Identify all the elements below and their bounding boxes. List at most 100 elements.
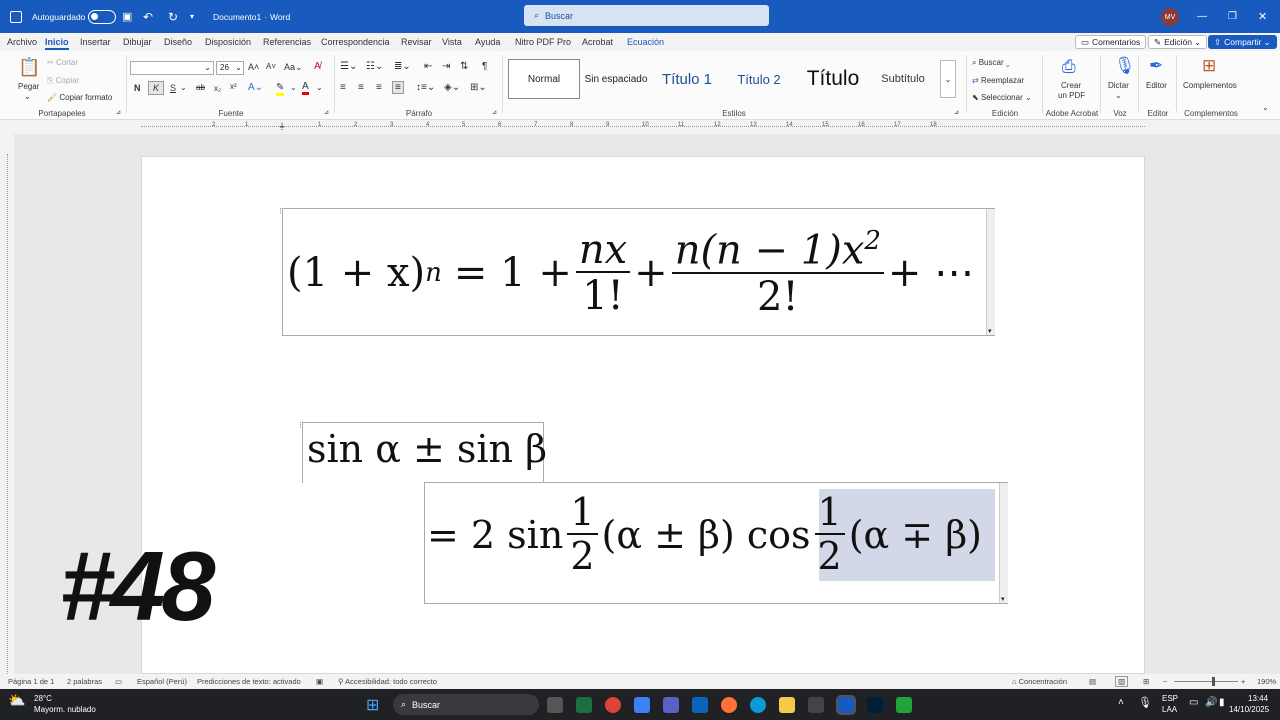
create-pdf-label-2[interactable]: un PDF	[1058, 91, 1085, 100]
start-icon[interactable]: ⊞	[366, 695, 379, 715]
style-subtitle[interactable]: Subtítulo	[870, 59, 936, 99]
style-heading-2[interactable]: Título 2	[726, 59, 792, 99]
avatar[interactable]: MV	[1161, 8, 1179, 26]
style-no-spacing[interactable]: Sin espaciado	[582, 59, 650, 99]
zoom-in-icon[interactable]: +	[1241, 677, 1245, 686]
dialog-launcher-icon[interactable]: ⊿	[492, 109, 497, 116]
editor-pen-icon[interactable]: ✒	[1149, 56, 1163, 76]
edge-icon[interactable]	[750, 697, 766, 713]
shrink-font-icon[interactable]: A˅	[266, 62, 276, 71]
numbering-icon[interactable]: ☷⌄	[366, 61, 383, 72]
align-center-icon[interactable]: ≡	[358, 82, 364, 93]
tab-referencias[interactable]: Referencias	[263, 37, 311, 47]
close-icon[interactable]: ✕	[1258, 0, 1267, 33]
font-color-dropdown-icon[interactable]: ⌄	[316, 83, 323, 92]
zoom-slider-thumb[interactable]	[1212, 677, 1215, 686]
equation-handle-icon[interactable]: ⋮	[277, 207, 284, 215]
equation-handle-icon[interactable]: ⋮	[297, 421, 304, 429]
file-explorer-icon[interactable]	[779, 697, 795, 713]
zoom-level[interactable]: 190%	[1257, 677, 1276, 686]
temperature[interactable]: 28°C	[34, 694, 52, 703]
equation-sum-to-product-line2[interactable]: ▾ = 2 sin 12 (α ± β) cos 12 (α ∓ β)	[424, 482, 1008, 604]
tab-nitro[interactable]: Nitro PDF Pro	[515, 37, 571, 47]
line-spacing-icon[interactable]: ↕≡⌄	[416, 82, 435, 93]
paste-icon[interactable]: 📋	[18, 57, 40, 78]
dictate-button[interactable]: Dictar	[1108, 81, 1129, 90]
zoom-slider[interactable]	[1174, 681, 1238, 682]
increase-indent-icon[interactable]: ⇥	[442, 61, 450, 72]
focus-mode[interactable]: ⌂ Concentración	[1012, 677, 1067, 686]
superscript-icon[interactable]: x²	[230, 82, 237, 91]
print-layout-icon[interactable]: ▥	[1115, 676, 1129, 687]
borders-icon[interactable]: ⊞⌄	[470, 82, 487, 93]
network-icon[interactable]: ▭	[1189, 697, 1198, 708]
shading-icon[interactable]: ◈⌄	[444, 82, 460, 93]
italic-button[interactable]: K	[148, 81, 165, 95]
vertical-ruler[interactable]	[0, 134, 14, 674]
create-pdf-icon[interactable]: ⎙	[1062, 57, 1076, 77]
undo-icon[interactable]: ↶	[143, 0, 153, 33]
grow-font-icon[interactable]: A˄	[248, 62, 259, 72]
tab-ecuacion[interactable]: Ecuación	[627, 37, 664, 47]
style-normal[interactable]: Normal	[508, 59, 580, 99]
tab-inicio[interactable]: Inicio	[45, 37, 69, 50]
document-page[interactable]: ⋮ ▾ (1 + x) n = 1 + nx 1! + n(n − 1)x2 2! +…	[141, 156, 1145, 674]
text-predictions[interactable]: Predicciones de texto: activado	[197, 677, 301, 686]
store-icon[interactable]	[808, 697, 824, 713]
accessibility-status[interactable]: ⚲ Accesibilidad: todo correcto	[338, 677, 437, 686]
outlook-icon[interactable]	[692, 697, 708, 713]
chevron-up-icon[interactable]: ˄	[1118, 697, 1124, 708]
justify-icon[interactable]: ≡	[392, 81, 404, 94]
proofing-icon[interactable]: ▭	[115, 677, 122, 686]
text-effects-icon[interactable]: A⌄	[248, 82, 263, 93]
customize-toolbar-icon[interactable]: ▾	[190, 0, 194, 33]
highlight-dropdown-icon[interactable]: ⌄	[290, 83, 297, 92]
dialog-launcher-icon[interactable]: ⊿	[324, 109, 329, 116]
dialog-launcher-icon[interactable]: ⊿	[954, 109, 959, 116]
equation-options[interactable]: ▾	[986, 209, 995, 335]
taskbar-search[interactable]: ⌕ Buscar	[393, 694, 539, 715]
tab-archivo[interactable]: Archivo	[7, 37, 37, 47]
save-icon[interactable]: ▣	[122, 0, 132, 33]
teams-icon[interactable]	[663, 697, 679, 713]
editing-mode-button[interactable]: ✎ Edición ⌄	[1148, 35, 1208, 49]
firefox-icon[interactable]	[721, 697, 737, 713]
format-painter-button[interactable]: 🖌 Copiar formato	[47, 93, 112, 102]
web-layout-icon[interactable]: ⊞	[1143, 677, 1149, 686]
align-left-icon[interactable]: ≡	[340, 82, 346, 93]
equation-binomial[interactable]: ⋮ ▾ (1 + x) n = 1 + nx 1! + n(n − 1)x2 2! +…	[277, 208, 995, 336]
restore-icon[interactable]: ❐	[1228, 0, 1237, 33]
create-pdf-label-1[interactable]: Crear	[1061, 81, 1081, 90]
font-size-select[interactable]: 26 ⌄	[216, 61, 244, 75]
change-case-icon[interactable]: Aa⌄	[284, 62, 303, 73]
share-button[interactable]: ⇪ Compartir ⌄	[1208, 35, 1277, 49]
weather-icon[interactable]: ⛅	[8, 692, 25, 709]
style-heading-1[interactable]: Título 1	[654, 59, 720, 99]
highlight-icon[interactable]: ✎	[276, 82, 285, 96]
decrease-indent-icon[interactable]: ⇤	[424, 61, 432, 72]
underline-dropdown-icon[interactable]: ⌄	[180, 83, 187, 92]
word-icon[interactable]	[836, 695, 856, 715]
paste-button[interactable]: Pegar	[18, 82, 39, 91]
volume-icon[interactable]: 🔊	[1205, 697, 1217, 708]
bold-button[interactable]: N	[134, 83, 141, 93]
equation-sum-to-product-line1[interactable]: ⋮ sin α ± sin β	[297, 422, 547, 483]
tab-disposicion[interactable]: Disposición	[205, 37, 251, 47]
styles-expand-icon[interactable]: ⌄	[940, 60, 956, 98]
read-mode-icon[interactable]: ▤	[1089, 677, 1096, 686]
find-button[interactable]: ⌕ Buscar ⌄	[972, 58, 1010, 68]
sort-icon[interactable]: ⇅	[460, 61, 468, 72]
underline-button[interactable]: S	[170, 83, 176, 93]
select-button[interactable]: ⬉ Seleccionar ⌄	[972, 93, 1032, 102]
word-count[interactable]: 2 palabras	[67, 677, 102, 686]
tab-dibujar[interactable]: Dibujar	[123, 37, 152, 47]
collapse-ribbon-icon[interactable]: ⌄	[1262, 103, 1269, 112]
editor-button[interactable]: Editor	[1146, 81, 1167, 90]
comments-button[interactable]: ▭ Comentarios	[1075, 35, 1147, 49]
camtasia-icon[interactable]	[896, 697, 912, 713]
dictate-dropdown-icon[interactable]: ⌄	[1115, 91, 1122, 100]
font-name-select[interactable]: ⌄	[130, 61, 214, 75]
copilot-icon[interactable]	[634, 697, 650, 713]
replace-button[interactable]: ⇄ Reemplazar	[972, 76, 1024, 85]
battery-icon[interactable]: ▮	[1219, 697, 1225, 708]
